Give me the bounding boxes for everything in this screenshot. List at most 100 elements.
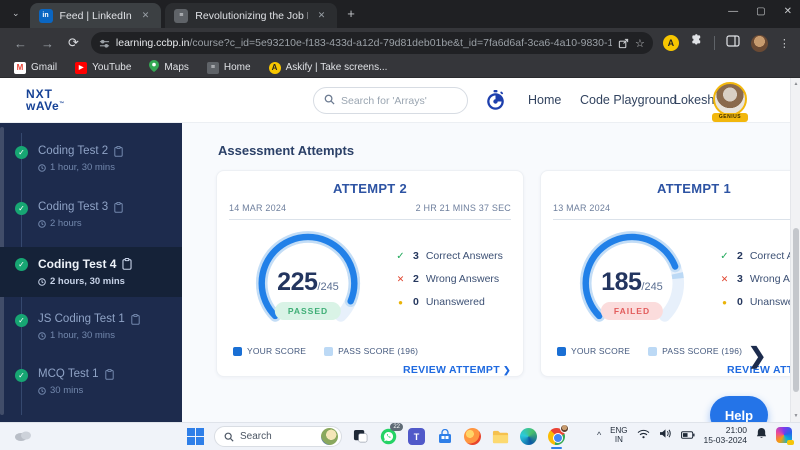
attempt-title: ATTEMPT 2	[333, 181, 407, 196]
notifications-bell-icon[interactable]	[756, 426, 767, 444]
help-button[interactable]: Help	[710, 396, 768, 422]
cross-icon: ✕	[720, 273, 729, 284]
search-label: Search	[240, 431, 272, 442]
reload-button[interactable]: ⟳	[68, 35, 79, 51]
sidebar-item-coding-test-2[interactable]: ✓ Coding Test 2 1 hour, 30 mins	[0, 135, 182, 183]
user-avatar-wrap[interactable]: GENIUS	[711, 82, 749, 122]
browser-menu-icon[interactable]: ⋮	[779, 37, 790, 50]
search-highlight-image[interactable]	[321, 428, 338, 445]
dot-icon: ●	[722, 297, 727, 307]
search-input[interactable]	[341, 94, 451, 107]
hidden-icons-chevron[interactable]: ^	[597, 430, 601, 440]
tab-search-caret-icon[interactable]: ⌄	[12, 8, 20, 19]
tab-title: Revolutionizing the Job Market	[195, 9, 307, 22]
page-scrollbar[interactable]: ▲ ▼	[790, 78, 800, 422]
score-value: 185/245	[601, 268, 663, 296]
carousel-next-button[interactable]: ❯	[748, 343, 766, 369]
attempt-date: 14 MAR 2024	[229, 203, 287, 213]
bookmark-label: Home	[223, 62, 251, 73]
sidebar-item-coding-test-4[interactable]: ✓ Coding Test 4 2 hours, 30 mins	[0, 247, 182, 297]
attempt-date: 13 MAR 2024	[553, 203, 611, 213]
extensions-puzzle-icon[interactable]	[690, 34, 703, 52]
new-tab-button[interactable]: +	[347, 6, 355, 21]
sidebar-item-coding-test-3[interactable]: ✓ Coding Test 3 2 hours	[0, 191, 182, 239]
chevron-right-icon: ❯	[503, 365, 511, 375]
clock-icon	[38, 277, 46, 286]
share-icon[interactable]	[618, 38, 629, 49]
firefox-icon[interactable]	[463, 427, 482, 446]
close-window-button[interactable]: ✕	[784, 6, 792, 17]
divider	[553, 219, 800, 220]
teams-icon[interactable]: T	[407, 427, 426, 446]
nav-code-playground[interactable]: Code Playground	[580, 93, 677, 107]
clock-icon	[38, 219, 46, 228]
chrome-icon[interactable]	[547, 424, 569, 449]
scroll-up-icon[interactable]: ▲	[791, 81, 800, 87]
askify-extension-icon[interactable]: A	[662, 35, 679, 51]
timer-icon[interactable]	[486, 90, 505, 116]
volume-icon[interactable]	[659, 426, 672, 444]
clipboard-icon	[122, 258, 133, 270]
site-settings-icon[interactable]	[99, 38, 110, 49]
whatsapp-icon[interactable]: 22	[379, 423, 403, 446]
nxtwave-logo[interactable]: NXT wAVe™	[26, 88, 65, 112]
bookmark-youtube[interactable]: ▶ YouTube	[75, 61, 131, 74]
header-search-box[interactable]	[313, 87, 468, 114]
pass-score-swatch	[324, 346, 334, 356]
file-explorer-icon[interactable]	[491, 427, 510, 446]
course-sidebar: ✓ Coding Test 2 1 hour, 30 mins ✓ Coding…	[0, 123, 182, 422]
youtube-icon: ▶	[75, 61, 88, 74]
review-attempt-link[interactable]: REVIEW ATTEMPT ❯	[229, 364, 511, 376]
gmail-icon: M	[14, 61, 26, 74]
minimize-button[interactable]: —	[728, 6, 738, 17]
results-list: ✓ 3 Correct Answers ✕ 2 Wrong Answers ● 0 Unan…	[387, 224, 511, 332]
main-content: Assessment Attempts ATTEMPT 2 14 MAR 202…	[182, 123, 800, 422]
clipboard-icon	[114, 201, 123, 213]
clock-datetime[interactable]: 21:00 15-03-2024	[704, 425, 747, 445]
back-button[interactable]: ←	[14, 36, 27, 51]
tab-linkedin[interactable]: in Feed | LinkedIn ✕	[29, 3, 162, 28]
tab-close-icon[interactable]: ✕	[315, 8, 329, 23]
tab-close-icon[interactable]: ✕	[139, 8, 153, 23]
weather-icon[interactable]	[14, 428, 32, 447]
side-panel-icon[interactable]	[726, 34, 740, 52]
nav-home[interactable]: Home	[528, 93, 561, 107]
test-duration: 2 hours, 30 mins	[50, 276, 125, 287]
bookmark-home[interactable]: ≡ Home	[206, 61, 251, 74]
copilot-icon[interactable]	[776, 427, 794, 446]
maps-pin-icon	[149, 60, 160, 75]
bookmark-gmail[interactable]: M Gmail	[14, 61, 57, 74]
sidebar-item-mcq-test-1[interactable]: ✓ MCQ Test 1 30 mins	[0, 358, 182, 406]
test-duration: 1 hour, 30 mins	[50, 162, 115, 173]
maximize-button[interactable]: ▢	[756, 6, 765, 17]
scroll-down-icon[interactable]: ▼	[791, 413, 800, 419]
score-value: 225/245	[277, 268, 339, 296]
user-name[interactable]: Lokesh	[674, 93, 714, 107]
edge-icon[interactable]	[519, 427, 538, 446]
browser-toolbar: ← → ⟳ learning.ccbp.in/course?c_id=5e932…	[0, 28, 800, 58]
wifi-icon[interactable]	[637, 426, 650, 444]
scrollbar-thumb[interactable]	[793, 228, 799, 392]
address-bar[interactable]: learning.ccbp.in/course?c_id=5e93210e-f1…	[90, 32, 653, 54]
tab-job-market[interactable]: ≡ Revolutionizing the Job Market ✕	[165, 3, 338, 28]
task-view-icon[interactable]	[351, 427, 370, 446]
results-list: ✓2Correct Answers ✕3Wrong Answers ●0Unan…	[711, 224, 800, 332]
browser-profile-avatar[interactable]	[750, 34, 768, 52]
taskbar-search[interactable]: Search	[214, 426, 342, 447]
browser-tab-strip: ⌄ in Feed | LinkedIn ✕ ≡ Revolutionizing…	[0, 0, 800, 28]
battery-icon[interactable]	[680, 426, 695, 444]
start-button[interactable]	[186, 427, 205, 446]
askify-icon: A	[268, 61, 281, 74]
bookmark-maps[interactable]: Maps	[149, 60, 189, 75]
forward-button[interactable]: →	[41, 36, 54, 51]
test-label: Coding Test 4	[38, 257, 117, 271]
your-score-swatch	[233, 346, 242, 356]
language-indicator[interactable]: ENG IN	[610, 426, 627, 444]
sidebar-item-js-coding-test-1[interactable]: ✓ JS Coding Test 1 1 hour, 30 mins	[0, 303, 182, 351]
microsoft-store-icon[interactable]	[435, 427, 454, 446]
linkedin-favicon-icon: in	[38, 8, 53, 23]
bookmark-askify[interactable]: A Askify | Take screens...	[268, 61, 387, 74]
bookmark-star-icon[interactable]: ☆	[635, 37, 645, 50]
window-controls: — ▢ ✕	[728, 6, 792, 17]
result-wrong: ✕3Wrong Answers	[720, 273, 800, 285]
